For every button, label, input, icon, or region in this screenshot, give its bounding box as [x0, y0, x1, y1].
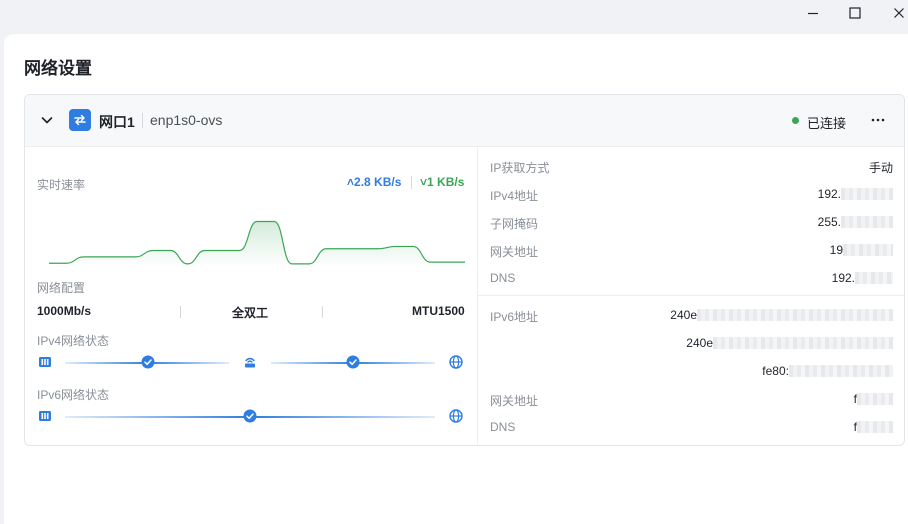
ipv4-address-value: 192. [818, 187, 893, 201]
ipv6-address-label: IPv6地址 [490, 310, 539, 324]
network-port-card: 网口1 enp1s0-ovs 已连接 实时速率 ˄2.8 KB/s ˅1 KB/… [24, 94, 905, 446]
ipv6-dns-label: DNS [490, 420, 516, 434]
port-details-panel: IP获取方式 手动 IPv4地址 192. 子网掩码 255. 网关地址 19 … [477, 147, 904, 445]
redacted-mask [841, 188, 893, 200]
mtu-value: MTU1500 [412, 304, 465, 318]
connection-status: 已连接 [807, 116, 847, 131]
speed-label: 实时速率 [37, 178, 86, 192]
minimize-button[interactable] [795, 3, 831, 23]
ipv6-address-value: 240e [686, 336, 893, 350]
gateway-value: 19 [830, 243, 893, 257]
subnet-mask-label: 子网掩码 [490, 217, 539, 231]
upload-speed: ˄2.8 KB/s [347, 175, 402, 189]
ipv4-status-label: IPv4网络状态 [37, 334, 110, 348]
gateway-label: 网关地址 [490, 245, 539, 259]
redacted-mask [855, 272, 893, 284]
redacted-mask [789, 365, 893, 377]
check-icon [346, 355, 360, 369]
network-config-label: 网络配置 [37, 281, 86, 295]
ipv6-gateway-value: f [854, 392, 893, 406]
close-icon [894, 8, 904, 18]
port-name: 网口1 [99, 114, 135, 130]
more-options-button[interactable] [867, 109, 889, 131]
page-title: 网络设置 [24, 59, 92, 78]
upload-arrow-icon: ˄ [347, 175, 355, 189]
ip-method-label: IP获取方式 [490, 161, 550, 175]
status-dot-icon [792, 117, 799, 124]
redacted-mask [857, 393, 893, 405]
globe-icon [449, 355, 463, 369]
ipv6-gateway-label: 网关地址 [490, 394, 539, 408]
more-icon [871, 118, 885, 122]
port-swap-icon [69, 109, 91, 131]
router-icon [245, 357, 255, 368]
title-bar [0, 0, 908, 34]
subnet-mask-value: 255. [818, 215, 893, 229]
port-card-header[interactable]: 网口1 enp1s0-ovs 已连接 [25, 95, 904, 147]
port-stats-panel: 实时速率 ˄2.8 KB/s ˅1 KB/s 网络配置 1000Mb/s 全双工… [25, 147, 477, 445]
duplex-value: 全双工 [232, 306, 269, 320]
ip-method-value: 手动 [868, 161, 893, 175]
link-speed-value: 1000Mb/s [37, 304, 92, 318]
speed-chart [49, 220, 465, 267]
header-divider [142, 113, 143, 128]
section-divider [478, 295, 904, 296]
dns-value: 192. [832, 271, 893, 285]
config-divider [322, 306, 323, 318]
close-button[interactable] [881, 3, 908, 23]
config-divider [180, 306, 181, 318]
speed-divider [411, 176, 412, 189]
maximize-icon [849, 7, 861, 19]
device-icon [39, 357, 51, 367]
ipv6-address-value: fe80: [762, 364, 893, 378]
redacted-mask [697, 309, 893, 321]
chevron-down-icon[interactable] [39, 112, 55, 128]
check-icon [243, 409, 257, 423]
redacted-mask [713, 337, 893, 349]
check-icon [141, 355, 155, 369]
ipv6-status-label: IPv6网络状态 [37, 388, 110, 402]
redacted-mask [843, 244, 893, 256]
ipv6-dns-value: f [854, 420, 893, 434]
globe-icon [449, 409, 463, 423]
maximize-button[interactable] [837, 3, 873, 23]
device-icon [39, 411, 51, 421]
redacted-mask [857, 421, 893, 433]
dns-label: DNS [490, 271, 516, 285]
port-device-name: enp1s0-ovs [150, 112, 223, 128]
download-speed: ˅1 KB/s [420, 175, 465, 189]
minimize-icon [808, 12, 818, 15]
app-window: 网络设置 网口1 enp1s0-ovs 已连接 实时速率 ˄2.8 KB/s ˅… [4, 34, 908, 524]
ipv6-address-value: 240e [670, 308, 893, 322]
speed-chart-area [49, 221, 465, 267]
download-arrow-icon: ˅ [420, 175, 428, 189]
redacted-mask [841, 216, 893, 228]
ipv4-address-label: IPv4地址 [490, 189, 539, 203]
